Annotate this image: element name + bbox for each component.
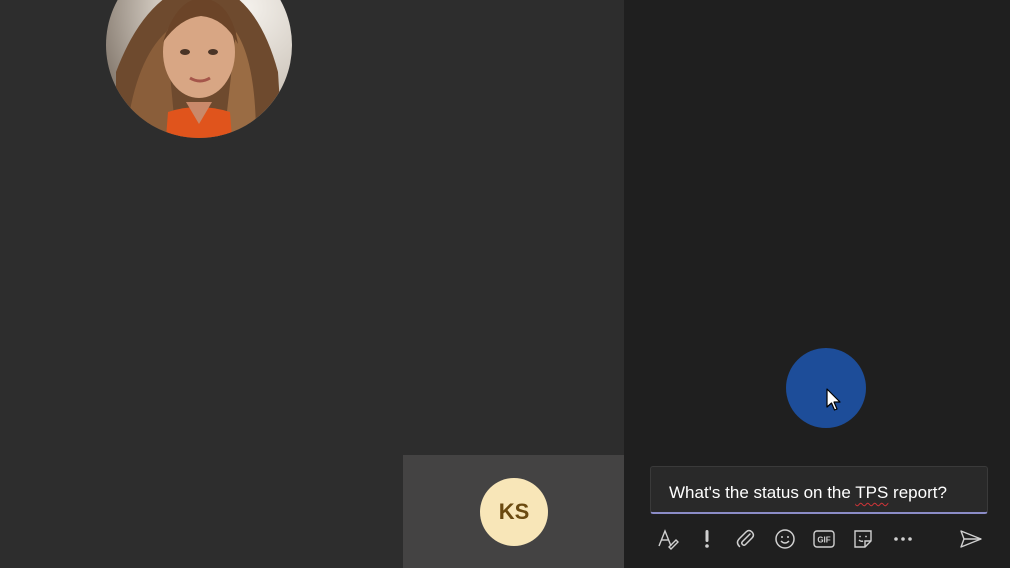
attach-icon[interactable] [731,524,761,554]
message-text-after: report? [888,483,947,502]
participant-avatar-photo[interactable] [106,0,292,138]
self-avatar: KS [480,478,548,546]
message-compose-box[interactable]: What's the status on the TPS report? [650,466,988,514]
message-text-before: What's the status on the [669,483,856,502]
send-icon[interactable] [956,524,986,554]
more-options-icon[interactable] [888,524,918,554]
sticker-icon[interactable] [848,524,878,554]
gif-label: GIF [817,536,830,545]
misspelled-word[interactable]: TPS [855,483,888,502]
message-input[interactable]: What's the status on the TPS report? [669,483,947,503]
gif-icon[interactable]: GIF [809,524,839,554]
mouse-pointer-icon [826,388,841,411]
meeting-stage: KS [0,0,624,568]
important-icon[interactable] [692,524,722,554]
self-video-tile[interactable]: KS [403,455,624,568]
emoji-icon[interactable] [770,524,800,554]
format-icon[interactable] [653,524,683,554]
compose-toolbar: GIF [624,524,1010,558]
meeting-chat-panel: What's the status on the TPS report? GIF [624,0,1010,568]
cursor-highlight [786,348,866,428]
